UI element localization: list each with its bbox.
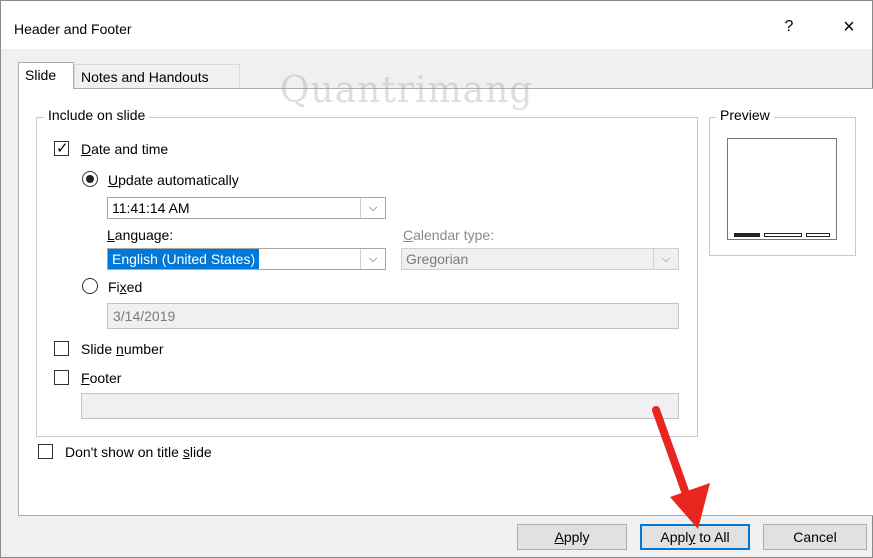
slide-number-checkbox[interactable] <box>54 341 69 356</box>
fixed-date-value: 3/14/2019 <box>113 308 176 324</box>
radio-selected-dot <box>86 175 94 183</box>
language-value: English (United States) <box>108 249 260 269</box>
date-and-time-checkbox[interactable]: ✓ <box>54 140 69 157</box>
calendar-type-select: Gregorian ⌵ <box>401 248 679 270</box>
time-format-value: 11:41:14 AM <box>112 200 190 216</box>
include-on-slide-label: Include on slide <box>44 107 150 123</box>
preview-label: Preview <box>716 107 774 123</box>
tab-slide[interactable]: Slide <box>18 62 74 89</box>
update-automatically-label: Update automatically <box>108 172 239 188</box>
chevron-down-icon: ⌵ <box>360 249 385 269</box>
footer-label: Footer <box>81 370 122 386</box>
language-select[interactable]: English (United States) ⌵ <box>107 248 386 270</box>
watermark-logo: Quantrimang <box>280 70 534 111</box>
cancel-button[interactable]: Cancel <box>763 524 867 550</box>
include-on-slide-group <box>36 117 698 437</box>
tab-notes-and-handouts[interactable]: Notes and Handouts <box>74 64 240 88</box>
dialog-title: Header and Footer <box>14 21 132 37</box>
apply-button[interactable]: Apply <box>517 524 627 550</box>
fixed-radio[interactable] <box>82 278 98 294</box>
time-format-select[interactable]: 11:41:14 AM ⌵ <box>107 197 386 219</box>
dont-show-on-title-slide-label: Don't show on title slide <box>65 444 212 460</box>
dont-show-on-title-slide-checkbox[interactable] <box>38 444 53 459</box>
fixed-label: Fixed <box>108 279 143 295</box>
footer-checkbox[interactable] <box>54 370 69 385</box>
calendar-type-label: Calendar type: <box>403 227 495 243</box>
footer-text-field <box>81 393 679 419</box>
preview-date-placeholder <box>734 233 760 237</box>
chevron-down-icon: ⌵ <box>653 249 678 269</box>
slide-number-label: Slide number <box>81 341 164 357</box>
date-and-time-label: Date and time <box>81 141 169 157</box>
fixed-date-field: 3/14/2019 <box>107 303 679 329</box>
preview-number-placeholder <box>806 233 830 237</box>
arrow-shaft <box>652 406 694 509</box>
checkmark-icon: ✓ <box>56 140 69 157</box>
calendar-type-value: Gregorian <box>406 251 469 267</box>
close-button[interactable]: × <box>837 15 861 39</box>
slide-preview <box>727 138 837 240</box>
annotation-arrow-icon <box>652 406 710 529</box>
language-label: Language: <box>107 227 174 243</box>
update-automatically-radio[interactable] <box>82 171 98 187</box>
help-button[interactable]: ? <box>777 15 801 39</box>
title-bar: Header and Footer ? × <box>1 1 872 49</box>
arrow-head <box>670 483 710 529</box>
chevron-down-icon: ⌵ <box>360 198 385 218</box>
preview-footer-placeholder <box>764 233 802 237</box>
